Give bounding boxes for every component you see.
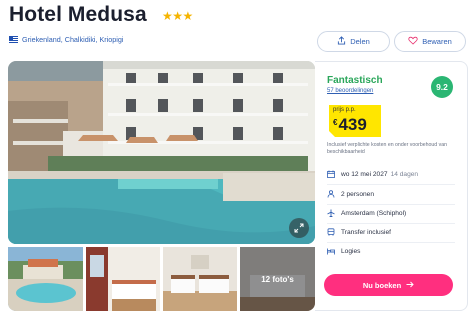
rating-score-badge: 9.2 — [431, 76, 453, 98]
date-row[interactable]: wo 12 mei 2027 14 dagen — [327, 170, 418, 178]
board-text: Logies — [341, 247, 361, 255]
price-label: prijs p.p. — [333, 107, 356, 113]
calendar-icon — [327, 170, 335, 178]
flag-greece-icon — [9, 36, 18, 43]
expand-photo-button[interactable] — [289, 218, 309, 238]
expand-icon — [294, 223, 304, 233]
arrow-right-icon — [406, 281, 414, 290]
more-photos-label: 12 foto's — [240, 247, 315, 311]
date-text: wo 12 mei 2027 — [341, 170, 388, 178]
location: Griekenland, Chalkidiki, Kriopigi — [9, 35, 123, 44]
price-tag: prijs p.p. €439 — [329, 105, 381, 137]
departure-text: Amsterdam (Schiphol) — [341, 209, 407, 217]
star-rating: ★★★ — [162, 9, 193, 23]
save-label: Bewaren — [422, 37, 452, 46]
book-now-label: Nu boeken — [362, 280, 402, 290]
plane-icon — [327, 209, 335, 217]
divider — [327, 204, 455, 205]
divider — [327, 223, 455, 224]
divider — [327, 184, 455, 185]
share-button[interactable]: Delen — [317, 31, 390, 52]
hotel-pool-image — [8, 61, 315, 244]
location-text: Griekenland, Chalkidiki, Kriopigi — [22, 35, 124, 44]
hotel-name: Hotel Medusa — [9, 3, 147, 26]
gallery-thumbnail[interactable] — [163, 247, 237, 311]
book-now-button[interactable]: Nu boeken — [324, 274, 453, 296]
reviews-link[interactable]: 57 beoordelingen — [327, 88, 373, 94]
persons-icon — [327, 190, 335, 198]
gallery-thumbnail[interactable] — [8, 247, 83, 311]
bus-icon — [327, 228, 335, 236]
thumbnail-room-image — [86, 247, 160, 311]
transfer-text: Transfer inclusief — [341, 228, 391, 236]
share-icon — [337, 36, 346, 47]
rating-label: Fantastisch — [327, 75, 383, 86]
duration-text: 14 dagen — [390, 170, 419, 178]
gallery-more-thumbnail[interactable]: 12 foto's — [240, 247, 315, 311]
thumbnail-pool-image — [8, 247, 83, 311]
price-note: Inclusief verplichte kosten en onder voo… — [327, 142, 447, 155]
bed-icon — [327, 247, 335, 255]
departure-row[interactable]: Amsterdam (Schiphol) — [327, 209, 406, 217]
price-amount: 439 — [338, 115, 367, 134]
save-button[interactable]: Bewaren — [394, 31, 466, 52]
transfer-row[interactable]: Transfer inclusief — [327, 228, 391, 236]
divider — [327, 242, 455, 243]
share-label: Delen — [350, 37, 370, 46]
price-value: €439 — [333, 115, 367, 135]
board-row[interactable]: Logies — [327, 247, 360, 255]
thumbnail-bedroom-image — [163, 247, 237, 311]
persons-row[interactable]: 2 personen — [327, 190, 374, 198]
price-currency: € — [333, 118, 338, 127]
persons-text: 2 personen — [341, 190, 374, 198]
main-hotel-photo[interactable] — [8, 61, 315, 244]
heart-icon — [408, 36, 418, 47]
gallery-thumbnail[interactable] — [86, 247, 160, 311]
